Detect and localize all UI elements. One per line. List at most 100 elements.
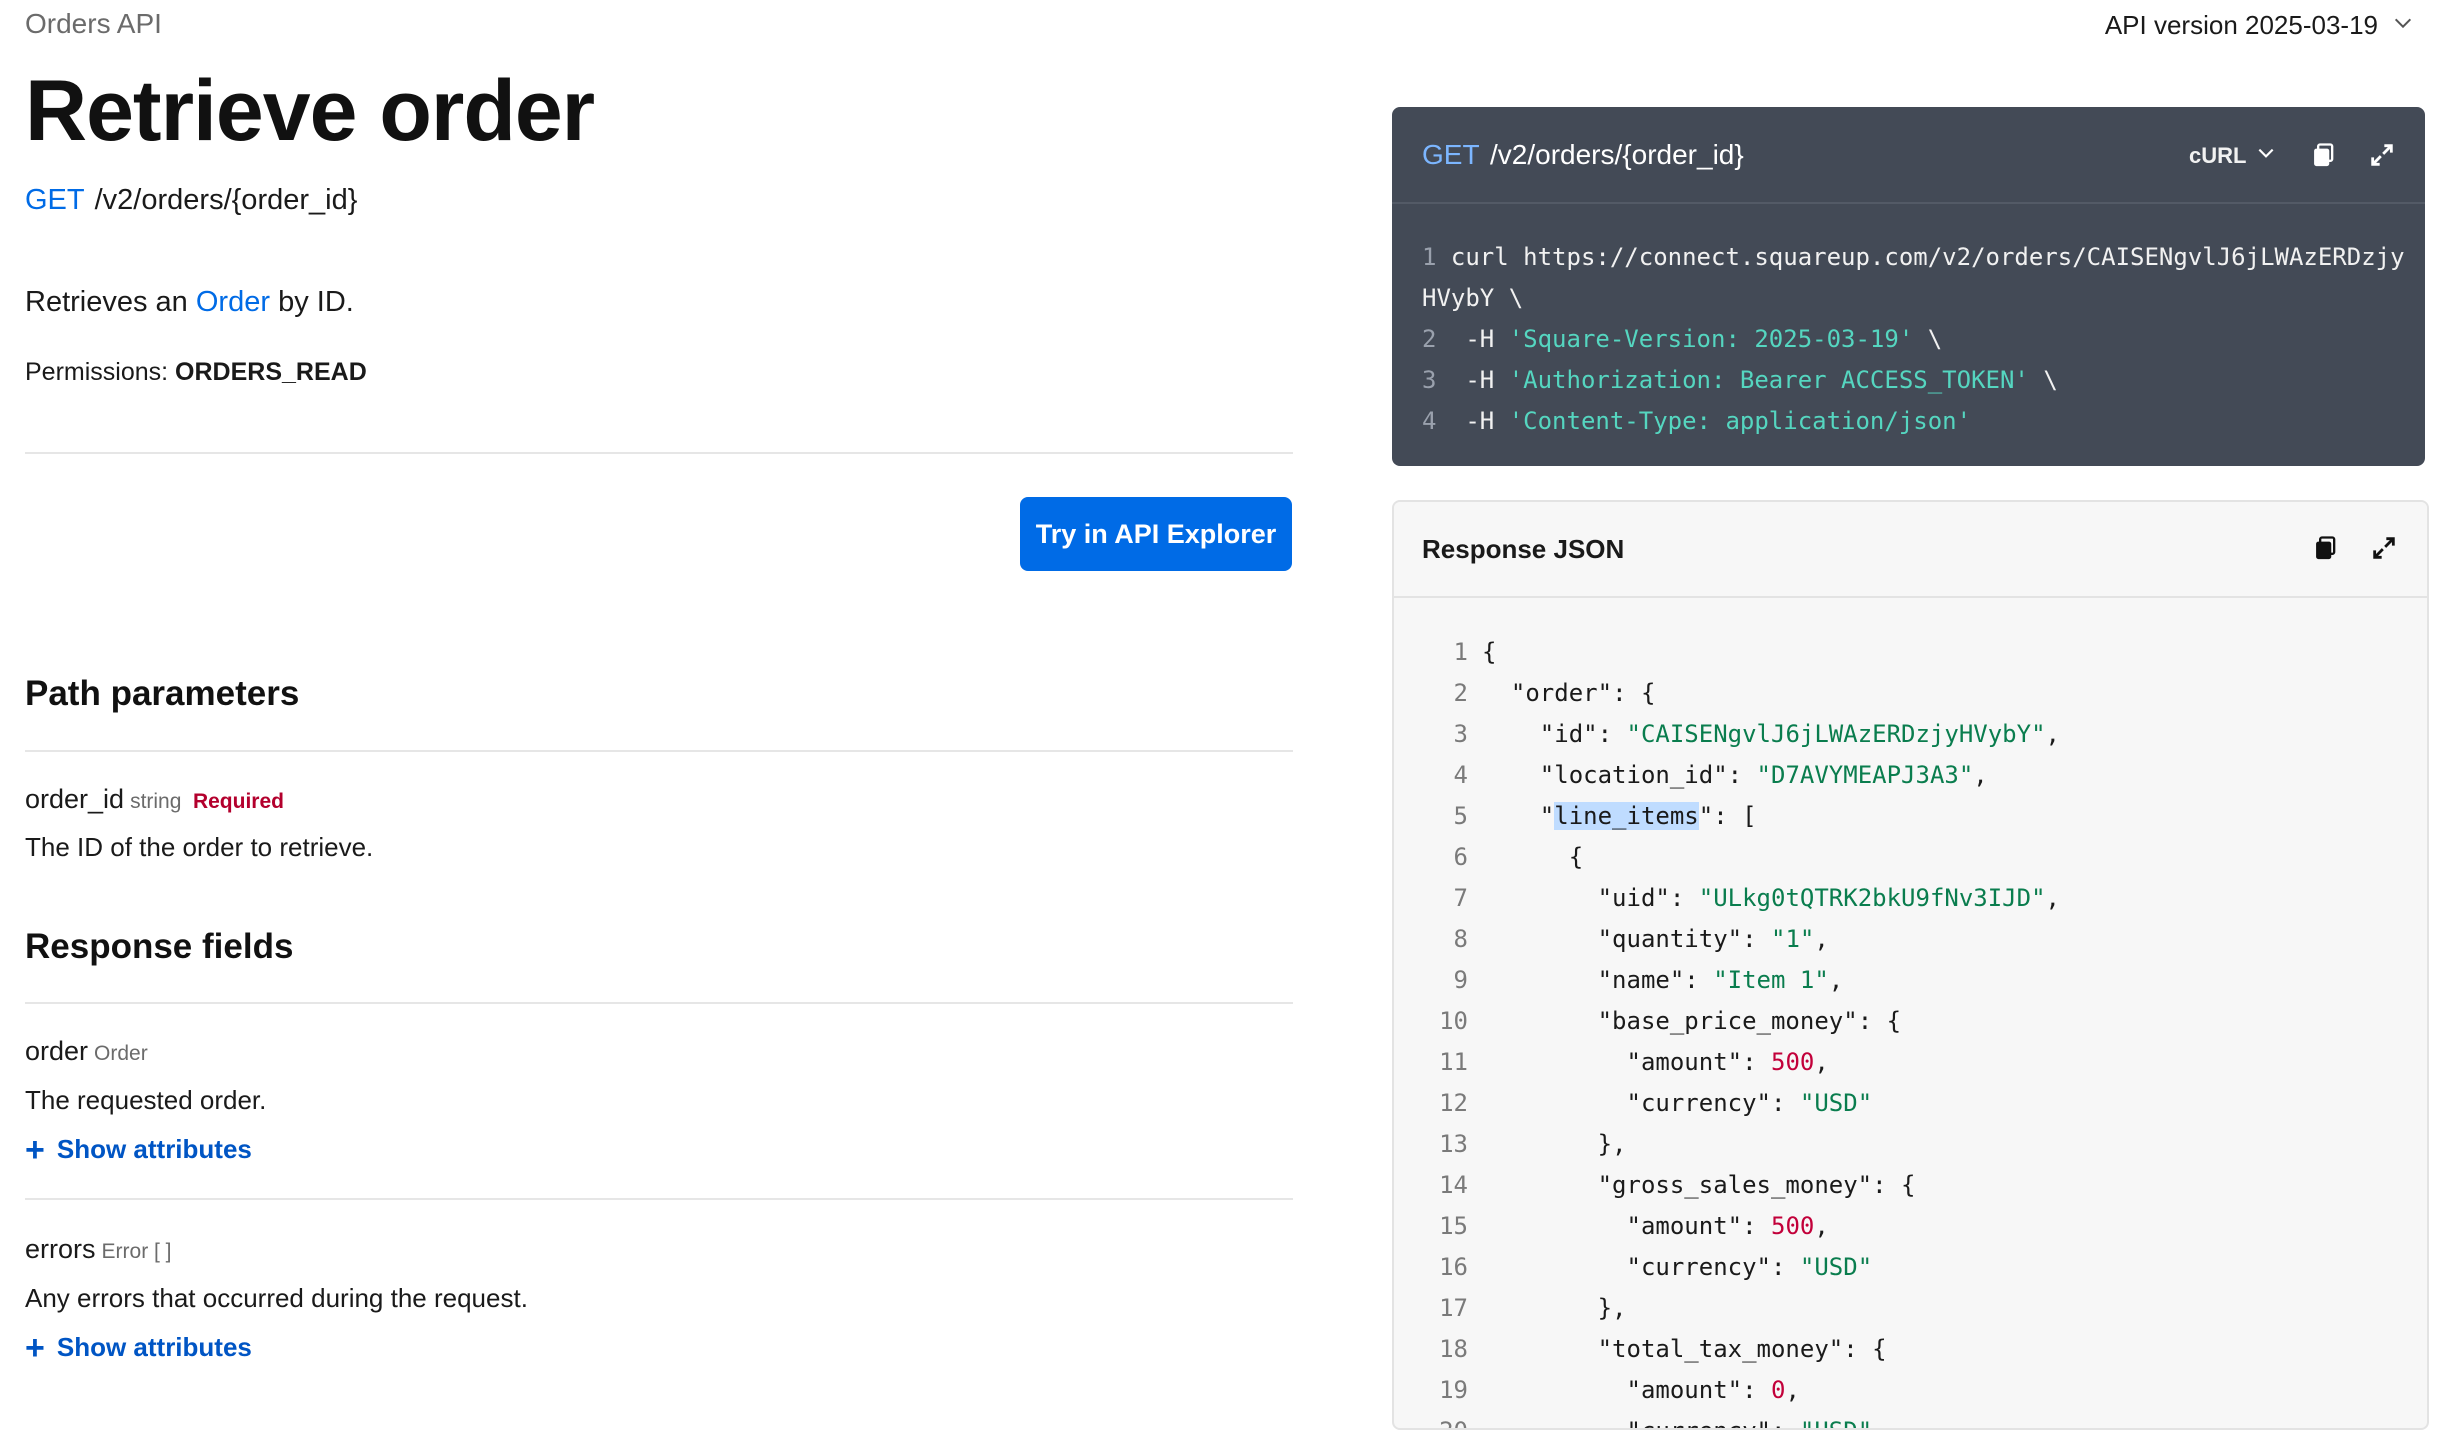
json-line: 8 "quantity": "1", [1394, 919, 2427, 960]
http-method: GET [1422, 139, 1480, 170]
response-json-header: Response JSON [1394, 502, 2427, 598]
show-attributes-errors-button[interactable]: + Show attributes [25, 1328, 252, 1367]
language-label: cURL [2189, 143, 2247, 168]
line-number: 9 [1453, 966, 1468, 994]
divider [25, 1002, 1293, 1004]
json-punctuation: : { [1843, 1335, 1887, 1363]
code-text: -H [1436, 325, 1509, 353]
json-string-value: "ULkg0tQTRK2bkU9fNv3IJD" [1698, 884, 2046, 912]
divider [25, 1198, 1293, 1200]
code-line: 3 -H 'Authorization: Bearer ACCESS_TOKEN… [1422, 360, 2405, 401]
request-code-header: GET /v2/orders/{order_id} cURL [1392, 107, 2425, 204]
line-number: 15 [1439, 1212, 1468, 1240]
json-number-value: 500 [1771, 1212, 1815, 1240]
json-string-value: "Item 1" [1713, 966, 1829, 994]
json-key: "amount" [1626, 1376, 1743, 1404]
copy-icon[interactable] [2310, 141, 2338, 169]
api-version-selector[interactable]: API version 2025-03-19 [2105, 10, 2414, 41]
json-line: 3 "id": "CAISENgvlJ6jLWAzERDzjyHVybY", [1394, 714, 2427, 755]
code-text: \ [2028, 366, 2058, 394]
json-separator: : [1742, 1376, 1771, 1404]
show-attributes-order-button[interactable]: + Show attributes [25, 1130, 252, 1169]
plus-icon: + [25, 1130, 45, 1169]
show-attributes-label: Show attributes [56, 1134, 252, 1164]
field-type: Order [94, 1042, 148, 1065]
json-punctuation: , [1814, 1048, 1829, 1076]
json-string-value: "CAISENgvlJ6jLWAzERDzjyHVybY" [1626, 720, 2046, 748]
copy-icon[interactable] [2312, 534, 2340, 562]
endpoint-path: /v2/orders/{order_id} [94, 184, 358, 216]
response-json-body[interactable]: 1{2 "order": {3 "id": "CAISENgvlJ6jLWAzE… [1394, 632, 2427, 1428]
json-punctuation: : { [1612, 679, 1656, 707]
line-number: 13 [1439, 1130, 1468, 1158]
request-code-body: 1 curl https://connect.squareup.com/v2/o… [1422, 237, 2405, 442]
json-string-value: "D7AVYMEAPJ3A3" [1756, 761, 1974, 789]
json-key: "amount" [1626, 1212, 1743, 1240]
json-string-value: "USD" [1799, 1089, 1873, 1117]
code-text: \ [1913, 325, 1943, 353]
json-quote: " [1698, 802, 1714, 830]
json-punctuation: , [1785, 1376, 1800, 1404]
json-line: 15 "amount": 500, [1394, 1206, 2427, 1247]
code-line: 2 -H 'Square-Version: 2025-03-19' \ [1422, 319, 2405, 360]
json-line: 1{ [1394, 632, 2427, 673]
expand-icon[interactable] [2370, 534, 2398, 562]
permissions-label: Permissions: [25, 358, 169, 386]
divider [25, 452, 1293, 454]
code-string: 'Content-Type: application/json' [1508, 407, 1972, 435]
json-line: 11 "amount": 500, [1394, 1042, 2427, 1083]
code-text: -H [1436, 366, 1509, 394]
json-key: "order" [1510, 679, 1613, 707]
line-number: 20 [1394, 1411, 1468, 1428]
json-punctuation: : { [1857, 1007, 1902, 1035]
line-number: 7 [1453, 884, 1468, 912]
json-key: "amount" [1626, 1048, 1743, 1076]
expand-icon[interactable] [2368, 141, 2396, 169]
code-string: 'Square-Version: 2025-03-19' [1508, 325, 1914, 353]
json-punctuation: , [2045, 884, 2060, 912]
field-name: errors [25, 1234, 96, 1264]
line-number: 3 [1453, 720, 1468, 748]
plus-icon: + [25, 1328, 45, 1367]
json-key: "gross_sales_money" [1597, 1171, 1873, 1199]
field-errors: errors Error [ ] [25, 1234, 172, 1265]
line-number: 16 [1439, 1253, 1468, 1281]
permissions-value: ORDERS_READ [175, 358, 367, 386]
json-line: 18 "total_tax_money": { [1394, 1329, 2427, 1370]
json-string-value: "USD" [1799, 1253, 1873, 1281]
json-separator: : [1771, 1417, 1800, 1428]
json-line: 17 }, [1394, 1288, 2427, 1329]
response-fields-heading: Response fields [25, 927, 294, 966]
json-separator: : [1742, 925, 1771, 953]
code-line: 4 -H 'Content-Type: application/json' [1422, 401, 2405, 442]
json-punctuation: { [1568, 843, 1584, 871]
json-line: 13 }, [1394, 1124, 2427, 1165]
json-punctuation: , [1973, 761, 1988, 789]
field-description: Any errors that occurred during the requ… [25, 1283, 528, 1313]
code-text: HVybY \ [1422, 284, 1524, 312]
breadcrumb[interactable]: Orders API [25, 8, 162, 40]
try-in-api-explorer-button[interactable]: Try in API Explorer [1020, 497, 1292, 571]
param-name: order_id [25, 784, 125, 814]
language-selector[interactable]: cURL [2189, 143, 2276, 169]
json-separator: : [1727, 761, 1757, 789]
line-number: 19 [1439, 1376, 1468, 1404]
json-key: "name" [1597, 966, 1685, 994]
json-key: "id" [1539, 720, 1598, 748]
json-line: 6 { [1394, 837, 2427, 878]
json-separator: : [1597, 720, 1627, 748]
json-key: "total_tax_money" [1597, 1335, 1844, 1363]
api-version-label: API version 2025-03-19 [2104, 10, 2378, 40]
order-link[interactable]: Order [196, 286, 270, 318]
json-punctuation: , [1814, 925, 1829, 953]
param-type: string [130, 790, 182, 813]
line-number: 17 [1439, 1294, 1468, 1322]
response-json-panel: Response JSON 1{2 "order": {3 "id": "CAI… [1392, 500, 2429, 1430]
